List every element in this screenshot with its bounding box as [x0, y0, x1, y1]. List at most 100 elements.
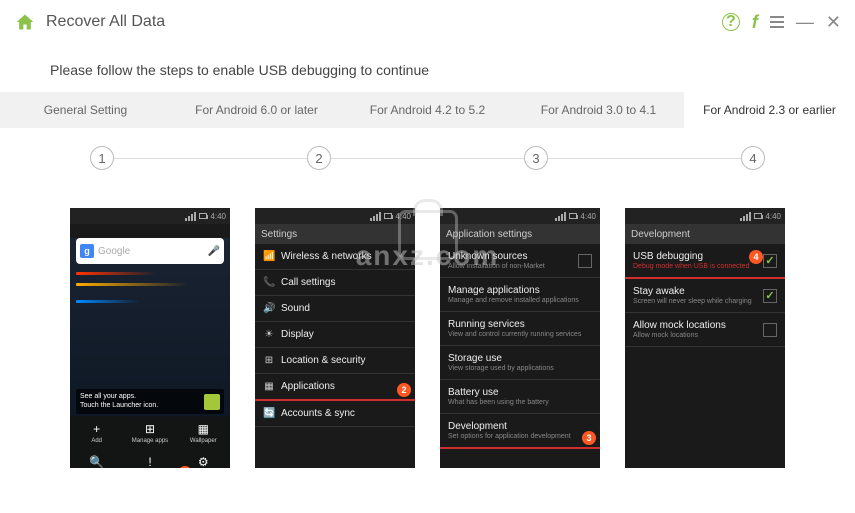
window-controls: ? f — ✕	[722, 12, 841, 33]
step-3: 3	[524, 146, 548, 170]
settings-item: 📶Wireless & networks	[255, 244, 415, 270]
item-text: Allow mock locationsAllow mock locations	[633, 320, 757, 339]
tab-android-42[interactable]: For Android 4.2 to 5.2	[342, 92, 513, 128]
facebook-icon[interactable]: f	[752, 12, 758, 33]
dock-wallpaper: ▦Wallpaper	[177, 416, 230, 449]
checkbox	[763, 254, 777, 268]
mic-icon: 🎤	[208, 246, 220, 257]
status-time: 4:40	[210, 212, 226, 221]
item-text: DevelopmentSet options for application d…	[448, 421, 592, 440]
tip-card: See all your apps. Touch the Launcher ic…	[76, 389, 224, 414]
battery-icon	[199, 213, 207, 219]
dock: +Add ⊞Manage apps ▦Wallpaper 🔍Search !No…	[70, 416, 230, 468]
dev-list: USB debuggingDebug mode when USB is conn…	[625, 244, 785, 347]
instruction-text: Please follow the steps to enable USB de…	[0, 44, 855, 92]
wallpaper-line	[76, 283, 188, 286]
home-wallpaper: g Google 🎤 See all your apps. Touch the …	[70, 238, 230, 468]
phone-1-home: 4:40 g Google 🎤 See all your apps. Touch…	[70, 208, 230, 468]
item-text: Manage applicationsManage and remove ins…	[448, 285, 592, 304]
battery-icon	[384, 213, 392, 219]
tab-android-6[interactable]: For Android 6.0 or later	[171, 92, 342, 128]
setting-icon: ☀	[263, 329, 275, 340]
app-setting-item: Running servicesView and control current…	[440, 312, 600, 346]
setting-icon: ⊞	[263, 355, 275, 366]
page-title: Recover All Data	[46, 13, 165, 31]
tab-android-23[interactable]: For Android 2.3 or earlier	[684, 92, 855, 128]
dev-header: Development	[625, 224, 785, 244]
google-search-widget: g Google 🎤	[76, 238, 224, 264]
item-text: Stay awakeScreen will never sleep while …	[633, 286, 757, 305]
phone-4-dev: 4:40 Development USB debuggingDebug mode…	[625, 208, 785, 468]
phone-3-apps: 4:40 Application settings Unknown source…	[440, 208, 600, 468]
home-icon[interactable]	[14, 12, 36, 32]
tab-general[interactable]: General Setting	[0, 92, 171, 128]
settings-item: 🔄Accounts & sync	[255, 401, 415, 427]
item-text: Running servicesView and control current…	[448, 319, 592, 338]
callout-2: 2	[397, 383, 411, 397]
status-bar: 4:40	[440, 208, 600, 224]
menu-icon[interactable]	[770, 16, 784, 28]
google-logo-icon: g	[80, 244, 94, 258]
wallpaper-line	[76, 300, 140, 303]
signal-icon	[185, 212, 196, 221]
setting-icon: ▦	[263, 381, 275, 392]
callout-3: 3	[582, 431, 596, 445]
dock-notif: !Notifications	[123, 449, 176, 468]
setting-label: Location & security	[281, 355, 407, 366]
settings-item: ▦ Applications2	[255, 374, 415, 401]
setting-label: Applications	[281, 381, 407, 392]
step-line	[331, 158, 524, 159]
status-bar: 4:40	[70, 208, 230, 224]
app-settings-header: Application settings	[440, 224, 600, 244]
setting-label: Display	[281, 329, 407, 340]
battery-icon	[569, 213, 577, 219]
app-setting-item: Unknown sourcesAllow installation of non…	[440, 244, 600, 278]
status-bar: 4:40	[255, 208, 415, 224]
tab-bar: General Setting For Android 6.0 or later…	[0, 92, 855, 128]
checkbox	[763, 289, 777, 303]
gear-icon: ⚙	[196, 455, 210, 469]
setting-label: Call settings	[281, 277, 407, 288]
signal-icon	[740, 212, 751, 221]
close-button[interactable]: ✕	[826, 12, 841, 33]
app-setting-item: DevelopmentSet options for application d…	[440, 414, 600, 449]
notification-icon: !	[143, 455, 157, 469]
app-setting-item: Battery useWhat has been using the batte…	[440, 380, 600, 414]
android-icon	[204, 394, 220, 410]
dock-add: +Add	[70, 416, 123, 449]
item-text: Storage useView storage used by applicat…	[448, 353, 592, 372]
settings-item: 📞 Call settings	[255, 270, 415, 296]
phone-screenshots: 4:40 g Google 🎤 See all your apps. Touch…	[0, 180, 855, 486]
step-1: 1	[90, 146, 114, 170]
signal-icon	[555, 212, 566, 221]
status-bar: 4:40	[625, 208, 785, 224]
setting-icon: 📶	[263, 251, 275, 262]
setting-label: Accounts & sync	[281, 408, 407, 419]
step-4: 4	[741, 146, 765, 170]
setting-label: Sound	[281, 303, 407, 314]
step-line	[114, 158, 307, 159]
settings-item: ☀ Display	[255, 322, 415, 348]
tab-android-30[interactable]: For Android 3.0 to 4.1	[513, 92, 684, 128]
item-text: Battery useWhat has been using the batte…	[448, 387, 592, 406]
minimize-button[interactable]: —	[796, 12, 814, 33]
status-time: 4:40	[395, 212, 411, 221]
dev-item: USB debuggingDebug mode when USB is conn…	[625, 244, 785, 279]
settings-list: 📶Wireless & networks 📞 Call settings 🔊 Sound…	[255, 244, 415, 427]
phone-2-settings: 4:40 Settings 📶Wireless & networks📞Call …	[255, 208, 415, 468]
app-setting-item: Storage useView storage used by applicat…	[440, 346, 600, 380]
app-settings-list: Unknown sourcesAllow installation of non…	[440, 244, 600, 449]
wallpaper-icon: ▦	[196, 422, 210, 436]
dock-manage: ⊞Manage apps	[123, 416, 176, 449]
item-text: USB debuggingDebug mode when USB is conn…	[633, 251, 757, 270]
status-time: 4:40	[765, 212, 781, 221]
help-icon[interactable]: ?	[722, 13, 740, 31]
titlebar: Recover All Data ? f — ✕	[0, 0, 855, 44]
dock-search: 🔍Search	[70, 449, 123, 468]
apps-icon: ⊞	[143, 422, 157, 436]
setting-icon: 📞	[263, 277, 275, 288]
callout-4: 4	[749, 250, 763, 264]
checkbox	[578, 254, 592, 268]
step-line	[548, 158, 741, 159]
setting-icon: 🔊	[263, 303, 275, 314]
